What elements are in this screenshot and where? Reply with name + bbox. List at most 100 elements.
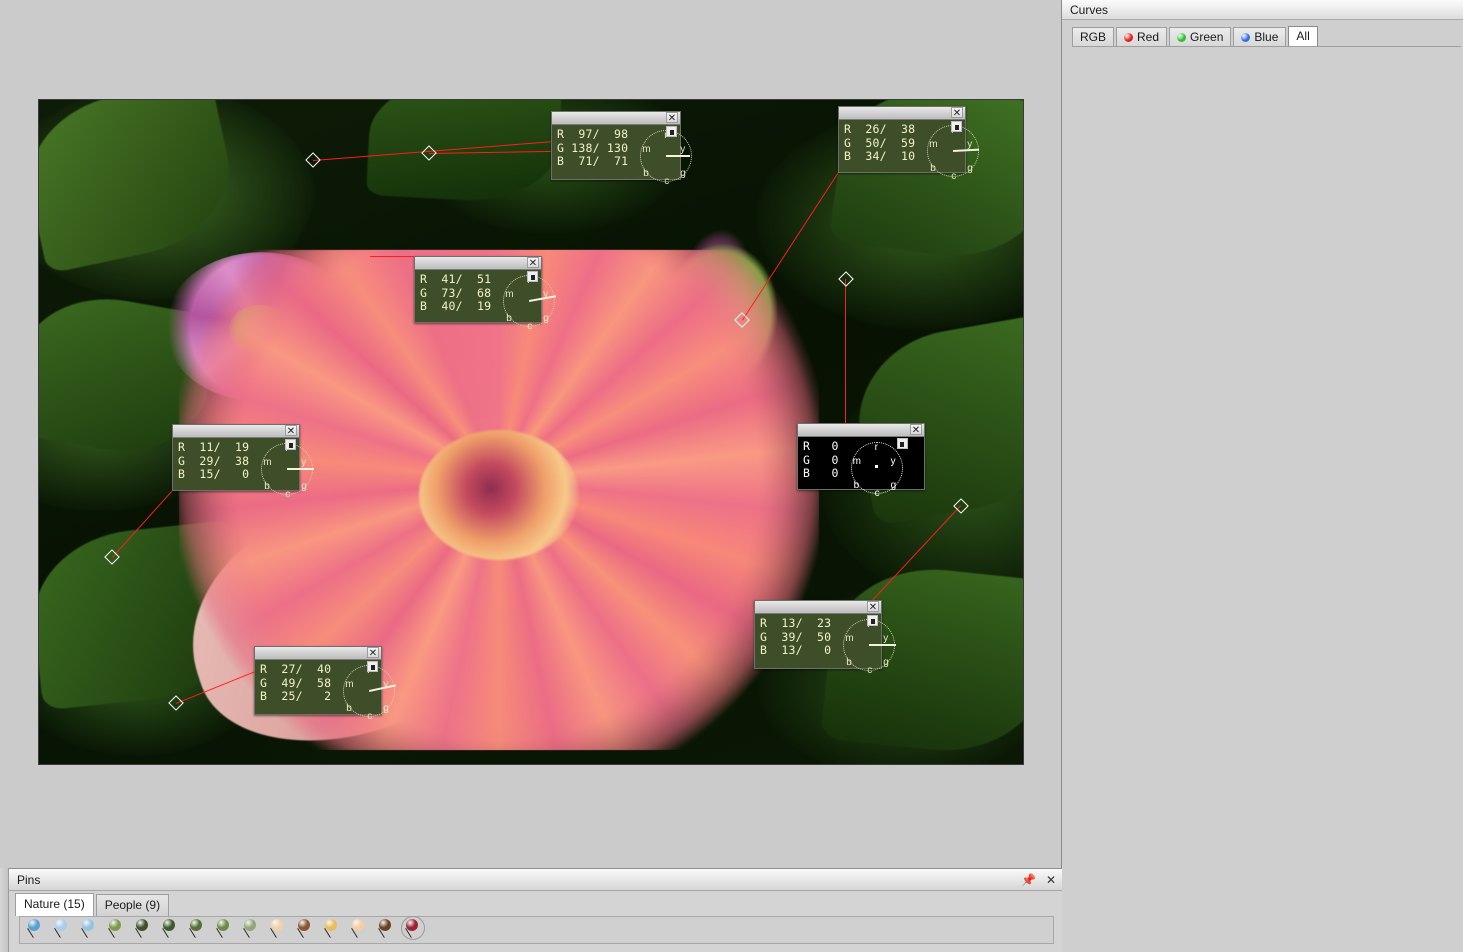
hue-wheel-label-g: g [301,481,307,492]
close-icon[interactable]: ✕ [666,112,678,123]
sample-rgb-values: R 97/ 98 G 138/ 130 B 71/ 71 [557,128,628,186]
color-sample-popup[interactable]: ✕R 27/ 40 G 49/ 58 B 25/ 2rygcbm [254,646,382,715]
hue-wheel-label-g: g [891,480,897,491]
pin-item[interactable] [242,919,259,941]
green-channel-icon [1177,33,1186,42]
hue-wheel-label-y: y [680,144,685,155]
pin-item[interactable] [80,919,97,941]
sample-options-button[interactable] [867,615,878,626]
pin-item[interactable] [350,919,367,941]
pin-item[interactable] [188,919,205,941]
hue-wheel: rygcbm [497,273,537,331]
close-icon[interactable]: ✕ [867,601,879,612]
pin-head-icon [271,919,283,931]
pin-head-icon [298,919,310,931]
curves-tab-label: Blue [1254,30,1278,45]
curves-tab-rgb[interactable]: RGB [1072,27,1114,47]
sample-options-button[interactable] [367,661,378,672]
sample-rgb-values: R 11/ 19 G 29/ 38 B 15/ 0 [178,441,249,499]
color-sample-popup[interactable]: ✕R 11/ 19 G 29/ 38 B 15/ 0rygcbm [172,424,300,491]
curves-tab-strip[interactable]: RGB Red Green Blue All [1072,26,1320,47]
hue-wheel-label-b: b [346,703,352,714]
pins-tab-people[interactable]: People (9) [96,894,169,916]
close-icon[interactable]: ✕ [1046,869,1056,891]
sample-options-button[interactable] [897,438,908,449]
hue-wheel-label-b: b [930,163,936,174]
pin-item[interactable] [323,919,340,941]
close-icon[interactable]: ✕ [527,257,539,268]
color-sample-popup[interactable]: ✕R 13/ 23 G 39/ 50 B 13/ 0rygcbm [754,600,882,669]
pin-item[interactable] [269,919,286,941]
hue-wheel-label-c: c [875,488,880,499]
pin-head-icon [325,919,337,931]
sample-popup-title-bar: ✕ [173,425,299,438]
close-icon[interactable]: ✕ [285,425,297,436]
pin-item[interactable] [215,919,232,941]
pin-head-icon [379,919,391,931]
hue-wheel-label-c: c [285,489,290,500]
hue-wheel-label-m: m [505,289,513,300]
curves-tab-all[interactable]: All [1288,26,1317,47]
sample-popup-title-bar: ✕ [755,601,881,614]
curves-tab-label: Green [1190,30,1223,45]
pin-item[interactable] [134,919,151,941]
pin-item[interactable] [377,919,394,941]
curves-tab-blue[interactable]: Blue [1233,27,1286,47]
curves-tab-label: Red [1137,30,1159,45]
curves-tab-red[interactable]: Red [1116,27,1167,47]
hue-wheel-label-c: c [527,321,532,332]
hue-wheel-label-b: b [264,481,270,492]
pin-item[interactable] [161,919,178,941]
color-sample-popup[interactable]: ✕R 0 G 0 B 0rygcbm [797,423,925,490]
hue-wheel-label-y: y [883,633,888,644]
sample-options-button[interactable] [951,121,962,132]
pin-item[interactable] [404,919,421,941]
color-sample-popup[interactable]: ✕R 41/ 51 G 73/ 68 B 40/ 19rygcbm [414,256,542,323]
pin-head-icon [136,919,148,931]
curves-dock[interactable]: Curves RGBRedGreenBlueAll ➤RGB%35▶290III… [1062,0,1463,952]
pin-item[interactable] [296,919,313,941]
pin-head-icon [28,919,40,931]
pins-tab-nature[interactable]: Nature (15) [15,893,94,916]
color-sample-popup[interactable]: ✕R 26/ 38 G 50/ 59 B 34/ 10rygcbm [838,106,966,173]
hue-wheel-label-g: g [543,313,549,324]
sample-rgb-values: R 41/ 51 G 73/ 68 B 40/ 19 [420,273,491,331]
pin-head-icon [190,919,202,931]
sample-popup-title-bar: ✕ [552,112,680,125]
close-icon[interactable]: ✕ [910,424,922,435]
sample-options-button[interactable] [285,439,296,450]
hue-wheel: rygcbm [634,128,676,186]
hue-wheel-label-m: m [929,139,937,150]
hue-wheel-label-b: b [854,480,860,491]
pins-tab-strip[interactable]: Nature (15)People (9) [15,893,171,916]
pin-head-icon [55,919,67,931]
pins-thumbnail-strip[interactable] [19,916,1054,944]
color-sample-popup[interactable]: ✕R 97/ 98 G 138/ 130 B 71/ 71rygcbm [551,111,681,180]
hue-wheel-label-g: g [967,163,973,174]
sample-popup-title-bar: ✕ [798,424,924,437]
blue-channel-icon [1241,33,1250,42]
pins-panel-title: Pins [17,873,40,887]
hue-wheel-label-b: b [643,168,649,179]
pin-icon[interactable]: 📌 [1021,869,1036,891]
pins-panel[interactable]: Pins 📌 ✕ Nature (15)People (9) [9,868,1062,952]
pin-item[interactable] [26,919,43,941]
pin-item[interactable] [107,919,124,941]
hue-wheel-needle [869,644,896,646]
curves-tab-underline [1072,46,1461,47]
pin-item[interactable] [53,919,70,941]
sample-options-button[interactable] [666,126,677,137]
hue-wheel-label-r: r [875,442,878,453]
sample-options-button[interactable] [527,271,538,282]
sample-popup-title-bar: ✕ [839,107,965,120]
sample-rgb-values: R 26/ 38 G 50/ 59 B 34/ 10 [844,123,915,181]
close-icon[interactable]: ✕ [951,107,963,118]
hue-wheel-label-m: m [345,679,353,690]
sample-rgb-values: R 27/ 40 G 49/ 58 B 25/ 2 [260,663,331,721]
hue-wheel: rygcbm [255,441,295,499]
close-icon[interactable]: ✕ [367,647,379,658]
pins-panel-title-bar: Pins 📌 ✕ [9,869,1062,891]
hue-wheel-label-y: y [301,457,306,468]
image-workspace[interactable]: ✕R 97/ 98 G 138/ 130 B 71/ 71rygcbm✕R 26… [0,0,1062,868]
curves-tab-green[interactable]: Green [1169,27,1231,47]
